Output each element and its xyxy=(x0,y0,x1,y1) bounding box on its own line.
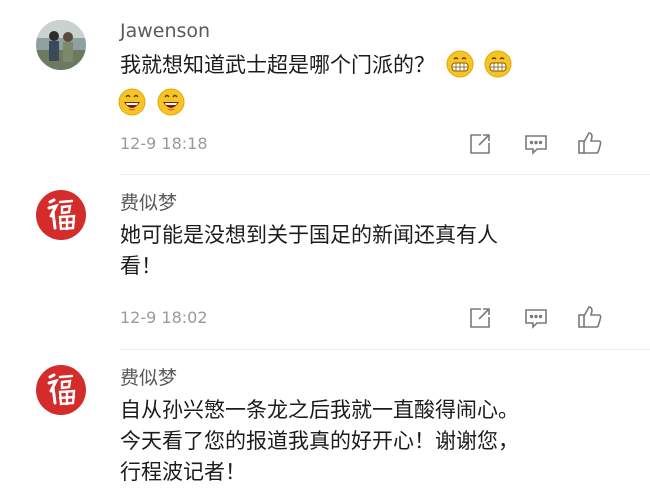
laughing-emoji-icon xyxy=(118,88,146,116)
comment-line: 她可能是没想到关于国足的新闻还真有人 xyxy=(120,223,498,247)
comment-line: 看！ xyxy=(120,254,162,278)
fu-character-avatar[interactable] xyxy=(36,190,86,240)
username[interactable]: Jawenson xyxy=(120,20,210,42)
laughing-emoji-icon xyxy=(157,88,185,116)
comment-icon[interactable] xyxy=(523,305,549,331)
thumbs-up-icon[interactable] xyxy=(577,130,603,156)
comment-item: 费似梦 自从孙兴慜一条龙之后我就一直酸得闹心。 今天看了您的报道我真的好开心！谢… xyxy=(0,350,650,500)
comment-time: 12-9 18:02 xyxy=(120,308,208,327)
avatar[interactable] xyxy=(36,20,86,70)
comment-line: 自从孙兴慜一条龙之后我就一直酸得闹心。 xyxy=(120,398,519,422)
comment-item: Jawenson 我就想知道武士超是哪个门派的？ 12-9 18:18 xyxy=(0,0,650,175)
thumbs-up-icon[interactable] xyxy=(577,304,603,330)
username[interactable]: 费似梦 xyxy=(120,367,177,389)
grinning-emoji-icon xyxy=(446,50,474,78)
comment-line: 今天看了您的报道我真的好开心！谢谢您， xyxy=(120,429,519,453)
comment-text: 我就想知道武士超是哪个门派的？ xyxy=(120,50,512,81)
comment-line: 我就想知道武士超是哪个门派的？ xyxy=(120,53,435,77)
grinning-emoji-icon xyxy=(484,50,512,78)
comment-line: 行程波记者！ xyxy=(120,460,246,484)
comment-time: 12-9 18:18 xyxy=(120,134,208,153)
reply-icon[interactable] xyxy=(467,131,493,157)
fu-character-avatar[interactable] xyxy=(36,365,86,415)
reply-icon[interactable] xyxy=(467,305,493,331)
comment-item: 费似梦 她可能是没想到关于国足的新闻还真有人 看！ 12-9 18:02 xyxy=(0,175,650,350)
username[interactable]: 费似梦 xyxy=(120,192,177,214)
comment-emoji-row xyxy=(118,88,185,119)
comment-icon[interactable] xyxy=(523,131,549,157)
comment-text: 自从孙兴慜一条龙之后我就一直酸得闹心。 今天看了您的报道我真的好开心！谢谢您， … xyxy=(120,395,519,488)
comment-text: 她可能是没想到关于国足的新闻还真有人 看！ xyxy=(120,220,498,282)
